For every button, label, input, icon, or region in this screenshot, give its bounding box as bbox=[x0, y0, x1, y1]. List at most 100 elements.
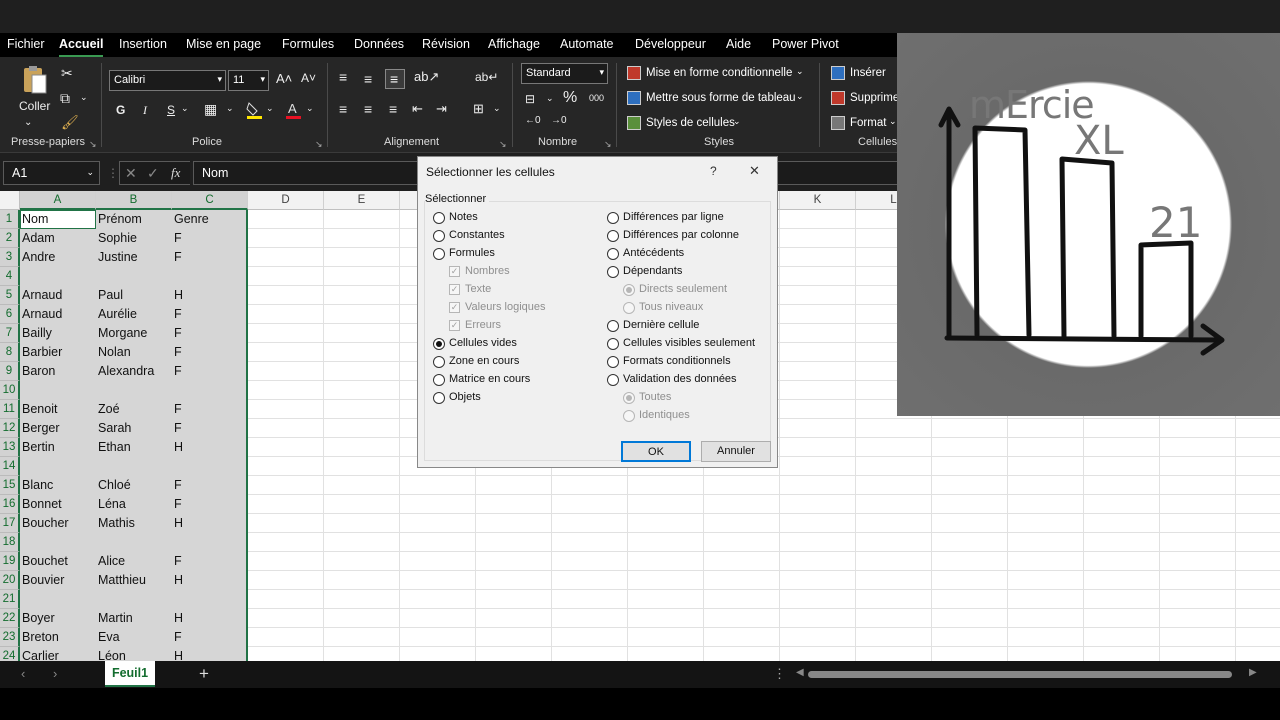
row-header[interactable]: 2 bbox=[0, 229, 20, 248]
font-launcher-icon[interactable]: ↘ bbox=[315, 139, 323, 150]
cell-c[interactable]: H bbox=[172, 647, 248, 661]
option-label[interactable]: Matrice en cours bbox=[449, 373, 530, 385]
align-bottom-icon[interactable]: ≡ bbox=[385, 69, 405, 89]
cell-b[interactable]: Paul bbox=[96, 286, 172, 305]
insert-function-icon[interactable]: fx bbox=[171, 165, 180, 181]
cell-b[interactable]: Aurélie bbox=[96, 305, 172, 324]
row-header[interactable]: 21 bbox=[0, 590, 20, 609]
currency-icon[interactable]: ⊟ bbox=[525, 92, 535, 106]
cell-b[interactable]: Martin bbox=[96, 609, 172, 628]
radio-button[interactable] bbox=[433, 212, 445, 224]
chevron-right-icon[interactable]: › bbox=[53, 666, 57, 681]
font-size-select[interactable]: 11 ▾ bbox=[228, 70, 269, 91]
tab-donnees[interactable]: Données bbox=[354, 37, 404, 51]
cell-a[interactable] bbox=[20, 267, 96, 286]
cell-c[interactable]: Genre bbox=[172, 210, 248, 229]
tab-affichage[interactable]: Affichage bbox=[488, 37, 540, 51]
cell-c[interactable] bbox=[172, 590, 248, 609]
cell-c[interactable] bbox=[172, 533, 248, 552]
radio-button[interactable] bbox=[607, 374, 619, 386]
borders-dropdown-icon[interactable]: ⌄ bbox=[226, 103, 234, 114]
align-left-icon[interactable]: ≡ bbox=[339, 101, 347, 117]
cell-c[interactable]: F bbox=[172, 419, 248, 438]
radio-button[interactable] bbox=[607, 248, 619, 260]
cancel-icon[interactable]: ✕ bbox=[125, 165, 137, 182]
tab-aide[interactable]: Aide bbox=[726, 37, 751, 51]
fill-color-icon[interactable] bbox=[246, 101, 262, 119]
cell-a[interactable]: Berger bbox=[20, 419, 96, 438]
cell-b[interactable]: Morgane bbox=[96, 324, 172, 343]
radio-button[interactable] bbox=[607, 356, 619, 368]
cell-a[interactable]: Bouvier bbox=[20, 571, 96, 590]
increase-indent-icon[interactable]: ⇥ bbox=[436, 101, 447, 117]
cell-a[interactable]: Adam bbox=[20, 229, 96, 248]
option-label[interactable]: Différences par ligne bbox=[623, 211, 724, 223]
drag-handle-icon[interactable]: ⋮ bbox=[107, 166, 119, 180]
option-label[interactable]: Validation des données bbox=[623, 373, 737, 385]
cell-b[interactable]: Mathis bbox=[96, 514, 172, 533]
row-header[interactable]: 17 bbox=[0, 514, 20, 533]
underline-icon[interactable]: S bbox=[167, 103, 175, 117]
option-label[interactable]: Dépendants bbox=[623, 265, 682, 277]
align-middle-icon[interactable]: ≡ bbox=[364, 71, 372, 87]
cell-a[interactable]: Breton bbox=[20, 628, 96, 647]
row-header[interactable]: 14 bbox=[0, 457, 20, 476]
radio-button[interactable] bbox=[607, 338, 619, 350]
tab-fichier[interactable]: Fichier bbox=[7, 37, 45, 51]
cell-a[interactable] bbox=[20, 590, 96, 609]
tab-revision[interactable]: Révision bbox=[422, 37, 470, 51]
cell-a[interactable] bbox=[20, 533, 96, 552]
option-label[interactable]: Cellules visibles seulement bbox=[623, 337, 755, 349]
option-label[interactable]: Antécédents bbox=[623, 247, 684, 259]
option-label[interactable]: Cellules vides bbox=[449, 337, 517, 349]
row-header[interactable]: 13 bbox=[0, 438, 20, 457]
bold-icon[interactable]: G bbox=[116, 103, 125, 117]
cell-c[interactable]: F bbox=[172, 628, 248, 647]
decrease-font-icon[interactable]: A˅ bbox=[301, 71, 316, 85]
percent-icon[interactable]: % bbox=[563, 89, 577, 107]
cell-a[interactable]: Bonnet bbox=[20, 495, 96, 514]
help-icon[interactable]: ? bbox=[710, 164, 717, 178]
chevron-left-icon[interactable]: ‹ bbox=[21, 666, 25, 681]
alignment-launcher-icon[interactable]: ↘ bbox=[499, 139, 507, 150]
cell-b[interactable]: Ethan bbox=[96, 438, 172, 457]
cell-a[interactable] bbox=[20, 457, 96, 476]
sheet-tab-feuil1[interactable]: Feuil1 bbox=[105, 661, 155, 687]
chevron-down-icon[interactable]: ⌄ bbox=[796, 91, 804, 102]
format-painter-icon[interactable]: 🖌 bbox=[61, 114, 79, 131]
cell-a[interactable]: Baron bbox=[20, 362, 96, 381]
add-sheet-button[interactable]: + bbox=[199, 664, 209, 684]
number-format-select[interactable]: Standard ▾ bbox=[521, 63, 608, 84]
cell-c[interactable] bbox=[172, 267, 248, 286]
cell-b[interactable]: Prénom bbox=[96, 210, 172, 229]
tab-accueil[interactable]: Accueil bbox=[59, 37, 104, 57]
cell-b[interactable] bbox=[96, 457, 172, 476]
cell-a[interactable]: Arnaud bbox=[20, 286, 96, 305]
paste-icon[interactable] bbox=[20, 65, 50, 97]
orientation-icon[interactable]: ab↗ bbox=[414, 69, 439, 85]
cell-b[interactable]: Matthieu bbox=[96, 571, 172, 590]
option-label[interactable]: Notes bbox=[449, 211, 478, 223]
close-icon[interactable]: ✕ bbox=[749, 163, 760, 179]
radio-button[interactable] bbox=[433, 338, 445, 350]
cell-c[interactable]: F bbox=[172, 305, 248, 324]
cell-c[interactable]: H bbox=[172, 286, 248, 305]
cell-c[interactable]: F bbox=[172, 343, 248, 362]
number-launcher-icon[interactable]: ↘ bbox=[604, 139, 612, 150]
paste-dropdown-icon[interactable]: ⌄ bbox=[24, 117, 32, 128]
row-header[interactable]: 6 bbox=[0, 305, 20, 324]
chevron-down-icon[interactable]: ⌄ bbox=[889, 116, 897, 127]
cell-b[interactable]: Nolan bbox=[96, 343, 172, 362]
row-header[interactable]: 5 bbox=[0, 286, 20, 305]
clipboard-launcher-icon[interactable]: ↘ bbox=[89, 139, 97, 150]
horizontal-scrollbar[interactable] bbox=[808, 671, 1232, 678]
cell-b[interactable]: Léon bbox=[96, 647, 172, 661]
column-header-e[interactable]: E bbox=[324, 191, 400, 210]
row-header[interactable]: 20 bbox=[0, 571, 20, 590]
column-header-c[interactable]: C bbox=[172, 191, 248, 210]
tab-mise-en-page[interactable]: Mise en page bbox=[186, 37, 261, 51]
radio-button[interactable] bbox=[607, 320, 619, 332]
format-as-table-button[interactable]: Mettre sous forme de tableau bbox=[646, 92, 796, 104]
merge-center-icon[interactable]: ⊞ bbox=[473, 101, 484, 117]
column-header-d[interactable]: D bbox=[248, 191, 324, 210]
